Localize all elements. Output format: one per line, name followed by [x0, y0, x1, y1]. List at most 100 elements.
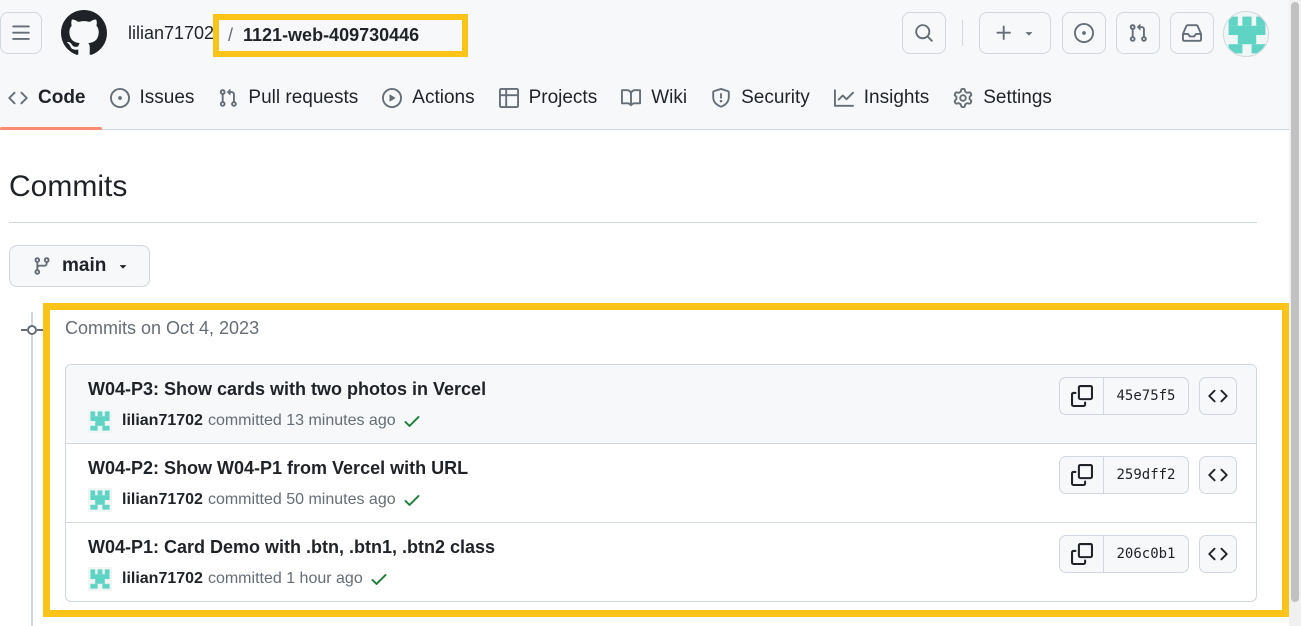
code-icon — [1208, 389, 1228, 403]
tab-label: Security — [741, 87, 810, 108]
tab-label: Insights — [863, 87, 930, 108]
page-title: Commits — [9, 170, 128, 203]
tab-wiki[interactable]: Wiki — [613, 76, 703, 120]
repo-name-highlight: / 1121-web-409730446 — [213, 14, 468, 57]
search-icon — [915, 24, 933, 42]
inbox-button[interactable] — [1170, 12, 1214, 54]
issue-icon — [109, 88, 130, 108]
copy-sha-button[interactable] — [1060, 378, 1104, 414]
browse-repo-at-commit-button[interactable] — [1199, 535, 1237, 573]
commit-author-link[interactable]: lilian71702 — [122, 570, 203, 588]
commit-title-link[interactable]: W04-P2: Show W04-P1 from Vercel with URL — [88, 458, 468, 479]
graph-icon — [833, 89, 854, 107]
inbox-icon — [1182, 24, 1202, 42]
commit-row[interactable]: W04-P2: Show W04-P1 from Vercel with URL… — [66, 444, 1256, 523]
book-icon — [621, 89, 642, 107]
commit-row[interactable]: W04-P3: Show cards with two photos in Ve… — [66, 365, 1256, 444]
tab-insights[interactable]: Insights — [826, 76, 945, 120]
tab-label: Projects — [528, 87, 598, 108]
tab-settings[interactable]: Settings — [945, 76, 1068, 120]
check-icon[interactable] — [402, 411, 422, 431]
tab-code[interactable]: Code — [0, 76, 102, 130]
repo-tabs: Code Issues Pull requests Actions Projec… — [0, 76, 1068, 130]
commit-time: 50 minutes ago — [286, 491, 396, 508]
browse-repo-at-commit-button[interactable] — [1199, 377, 1237, 415]
user-avatar[interactable] — [1223, 11, 1269, 57]
github-logo[interactable] — [61, 10, 107, 56]
commit-meta: lilian71702 committed 50 minutes ago — [88, 488, 422, 512]
tab-pull-requests[interactable]: Pull requests — [210, 76, 374, 120]
check-icon[interactable] — [369, 569, 389, 589]
avatar — [1224, 12, 1268, 56]
code-icon — [8, 91, 28, 105]
commit-author-link[interactable]: lilian71702 — [122, 491, 203, 509]
commit-sha-group: 259dff2 — [1059, 456, 1189, 494]
commit-author-link[interactable]: lilian71702 — [122, 412, 203, 430]
commit-sha-link[interactable]: 206c0b1 — [1104, 536, 1188, 572]
commit-sha-group: 206c0b1 — [1059, 535, 1189, 573]
page-scrollbar[interactable] — [1289, 0, 1301, 626]
pull-request-icon — [220, 88, 238, 107]
create-new-button[interactable] — [979, 12, 1051, 54]
copy-icon — [1070, 543, 1093, 565]
commit-meta: lilian71702 committed 13 minutes ago — [88, 409, 422, 433]
path-separator: / — [228, 25, 234, 45]
repo-owner-link[interactable]: lilian71702 — [128, 23, 214, 44]
triangle-down-icon — [120, 265, 127, 269]
commit-time: 1 hour ago — [286, 570, 363, 587]
commit-title-link[interactable]: W04-P1: Card Demo with .btn, .btn1, .btn… — [88, 537, 495, 558]
code-icon — [1208, 547, 1228, 561]
app-header: lilian71702 / 1121-web-409730446 Code Is… — [0, 0, 1301, 130]
plus-icon — [996, 25, 1011, 40]
search-button[interactable] — [902, 12, 946, 54]
branch-selector-button[interactable]: main — [9, 245, 150, 287]
author-avatar[interactable] — [88, 567, 112, 591]
tab-label: Issues — [139, 87, 195, 108]
play-icon — [382, 88, 403, 108]
copy-sha-button[interactable] — [1060, 457, 1104, 493]
author-avatar[interactable] — [88, 488, 112, 512]
code-icon — [1208, 468, 1228, 482]
tab-label: Settings — [983, 87, 1052, 108]
shield-icon — [712, 88, 730, 108]
pull-request-icon — [1129, 23, 1147, 42]
author-avatar[interactable] — [88, 409, 112, 433]
commit-sha-link[interactable]: 45e75f5 — [1104, 378, 1188, 414]
commit-group-header: Commits on Oct 4, 2023 — [65, 318, 260, 338]
title-divider — [9, 222, 1257, 223]
tab-label: Actions — [412, 87, 475, 108]
git-branch-icon — [34, 257, 50, 275]
commit-list: W04-P3: Show cards with two photos in Ve… — [65, 364, 1257, 602]
commit-sha-link[interactable]: 259dff2 — [1104, 457, 1188, 493]
check-icon[interactable] — [402, 490, 422, 510]
scrollbar-thumb[interactable] — [1291, 2, 1299, 602]
copy-sha-button[interactable] — [1060, 536, 1104, 572]
tab-security[interactable]: Security — [703, 76, 826, 120]
tab-issues[interactable]: Issues — [102, 76, 211, 120]
tab-projects[interactable]: Projects — [491, 76, 614, 120]
gear-icon — [953, 88, 973, 108]
hamburger-icon — [12, 25, 30, 40]
commit-meta: lilian71702 committed 1 hour ago — [88, 567, 389, 591]
tab-label: Code — [38, 87, 86, 108]
your-issues-button[interactable] — [1062, 12, 1106, 54]
commit-sha-group: 45e75f5 — [1059, 377, 1189, 415]
commit-time: 13 minutes ago — [286, 412, 396, 429]
commit-action: committed — [207, 491, 282, 508]
commit-action: committed — [207, 412, 282, 429]
commit-action: committed — [207, 570, 282, 587]
copy-icon — [1070, 464, 1093, 486]
timeline-line — [31, 312, 33, 626]
repo-name-link[interactable]: 1121-web-409730446 — [243, 25, 419, 46]
commit-title-link[interactable]: W04-P3: Show cards with two photos in Ve… — [88, 379, 486, 400]
tab-label: Wiki — [651, 87, 688, 108]
menu-button[interactable] — [0, 12, 42, 54]
tab-label: Pull requests — [248, 87, 359, 108]
browse-repo-at-commit-button[interactable] — [1199, 456, 1237, 494]
triangle-down-icon — [1025, 32, 1033, 36]
issue-icon — [1074, 23, 1094, 43]
your-pull-requests-button[interactable] — [1116, 12, 1160, 54]
commit-row[interactable]: W04-P1: Card Demo with .btn, .btn1, .btn… — [66, 523, 1256, 601]
tab-actions[interactable]: Actions — [374, 76, 490, 120]
git-commit-icon — [21, 325, 43, 335]
